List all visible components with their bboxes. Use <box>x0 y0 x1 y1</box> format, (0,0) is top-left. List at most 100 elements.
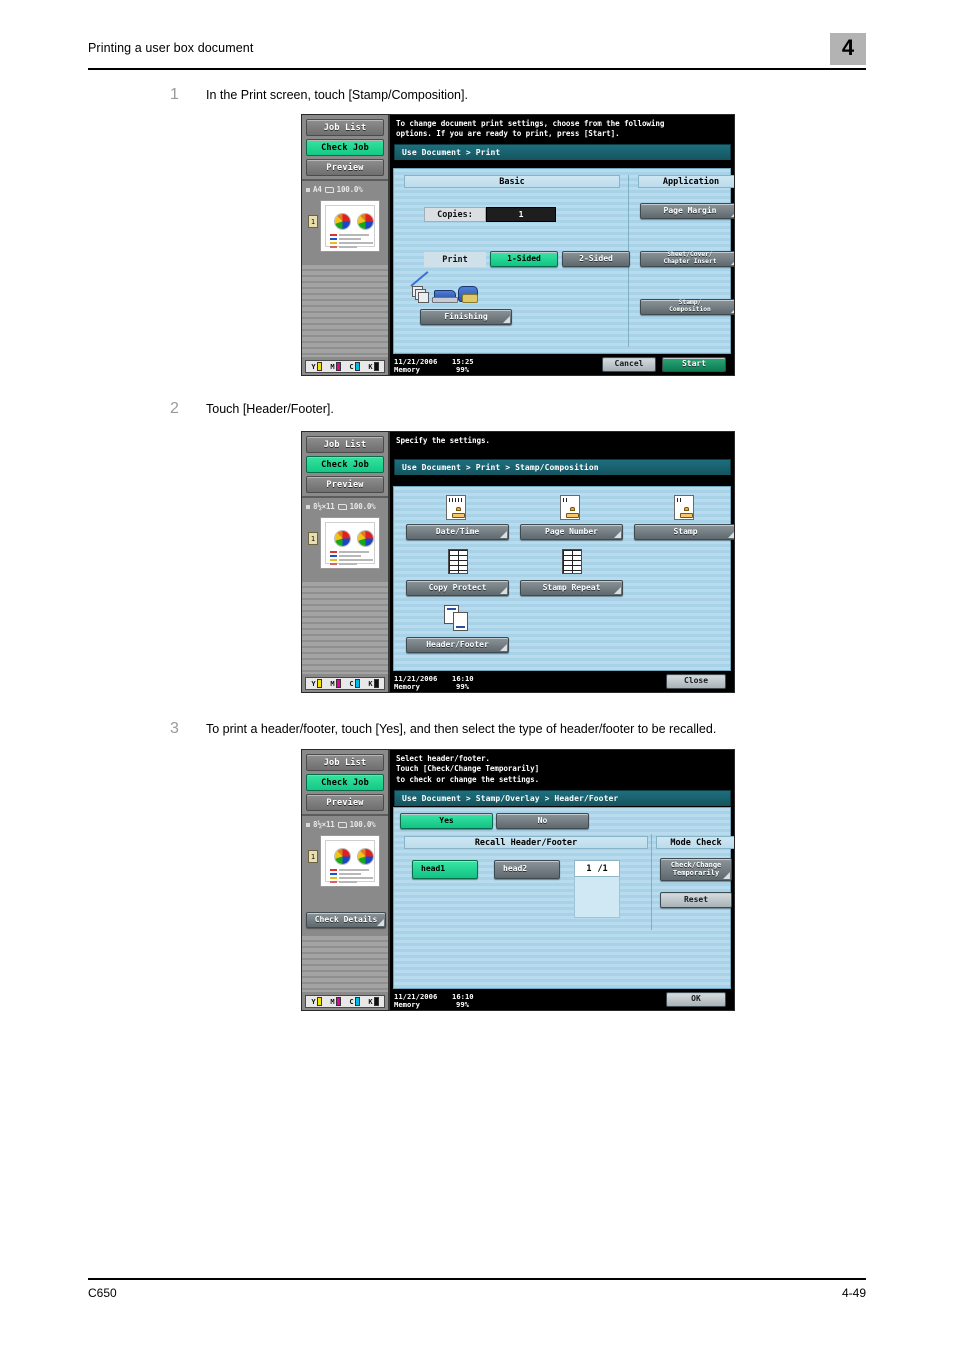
footer-page-number: 4-49 <box>841 1286 866 1300</box>
stamp-repeat-button[interactable]: Stamp Repeat <box>520 580 623 596</box>
copies-value-field[interactable]: 1 <box>486 207 556 222</box>
check-details-button[interactable]: Check Details <box>306 912 386 928</box>
document-thumbnail-wrap[interactable]: 1 <box>307 833 383 891</box>
job-list-button[interactable]: Job List <box>306 119 384 136</box>
toner-label-m: M <box>330 679 335 688</box>
toner-bar-y <box>316 362 322 371</box>
status-memory-label: Memory <box>394 682 420 691</box>
toner-bar-k <box>373 362 379 371</box>
stamp-composition-button[interactable]: Stamp/ Composition <box>640 299 734 315</box>
one-sided-button[interactable]: 1-Sided <box>490 251 558 267</box>
panel2-screen: Specify the settings. Use Document > Pri… <box>390 432 734 692</box>
preview-button[interactable]: Preview <box>306 159 384 176</box>
check-job-button[interactable]: Check Job <box>306 456 384 473</box>
status-memory-value: 99% <box>456 1000 469 1009</box>
rail-divider <box>302 814 388 816</box>
grid-doc-icon <box>562 549 582 574</box>
step-2-text: Touch [Header/Footer]. <box>206 402 334 416</box>
pie-chart-icon <box>358 531 373 546</box>
rail-divider <box>302 496 388 498</box>
toner-bar-y <box>316 679 322 688</box>
toner-label-c: C <box>349 679 354 688</box>
reset-button[interactable]: Reset <box>660 892 732 908</box>
finishing-button[interactable]: Finishing <box>420 309 512 325</box>
date-time-button[interactable]: Date/Time <box>406 524 509 540</box>
print-sided-label: Print <box>424 252 486 267</box>
lcd-screenshot-stamp-composition: Job List Check Job Preview 8½×11 100.0% … <box>301 431 735 693</box>
stamp-doc-icon <box>674 495 694 520</box>
job-list-button[interactable]: Job List <box>306 436 384 453</box>
step-2-number: 2 <box>170 400 179 417</box>
panel3-left-rail: Job List Check Job Preview 8½×11 100.0% … <box>302 750 390 1010</box>
recall-item-head1[interactable]: head1 <box>412 860 478 879</box>
panel2-left-rail: Job List Check Job Preview 8½×11 100.0% … <box>302 432 390 692</box>
panel1-statusbar: 11/21/2006 15:25 Memory 99% Cancel Start <box>390 354 734 375</box>
paper-source-icon <box>306 504 310 509</box>
mode-check-header: Mode Check <box>656 836 734 849</box>
close-button[interactable]: Close <box>666 674 726 689</box>
zoom-ratio-label: 100.0% <box>349 502 376 511</box>
page-number-button[interactable]: Page Number <box>520 524 623 540</box>
two-sided-button[interactable]: 2-Sided <box>562 251 630 267</box>
pie-chart-icon <box>358 214 373 229</box>
lcd-screenshot-header-footer: Job List Check Job Preview 8½×11 100.0% … <box>301 749 735 1011</box>
basic-tab-header: Basic <box>404 175 620 188</box>
recall-item-head2[interactable]: head2 <box>494 860 560 879</box>
panel2-message: Specify the settings. <box>396 436 490 445</box>
panel1-screen: To change document print settings, choos… <box>390 115 734 375</box>
paper-size-label: A4 <box>313 185 322 194</box>
toner-level-indicator: Y M C K <box>305 360 385 373</box>
toner-bar-m <box>335 362 341 371</box>
page-margin-button[interactable]: Page Margin <box>640 203 734 219</box>
check-change-temporarily-button[interactable]: Check/Change Temporarily <box>660 858 732 881</box>
page-current: 1 <box>586 863 592 874</box>
check-job-button[interactable]: Check Job <box>306 139 384 156</box>
status-memory-value: 99% <box>456 365 469 374</box>
page-indicator: 1 /1 <box>574 860 620 877</box>
header-footer-button[interactable]: Header/Footer <box>406 637 509 653</box>
check-job-button[interactable]: Check Job <box>306 774 384 791</box>
document-thumbnail-wrap[interactable]: 1 <box>307 515 383 573</box>
footer-rule <box>88 1278 866 1280</box>
page-badge: 1 <box>308 532 318 545</box>
header-footer-icon <box>444 605 470 631</box>
page-header: Printing a user box document 4 <box>88 33 866 70</box>
step-1-number: 1 <box>170 86 179 103</box>
yes-button[interactable]: Yes <box>400 813 493 829</box>
page-total: /1 <box>597 863 608 874</box>
chapter-tab: 4 <box>830 33 866 65</box>
sheet-cover-chapter-insert-button[interactable]: Sheet/Cover/ Chapter Insert <box>640 251 734 267</box>
no-button[interactable]: No <box>496 813 589 829</box>
document-thumbnail-wrap[interactable]: 1 <box>307 198 383 256</box>
chapter-number: 4 <box>841 35 855 60</box>
job-list-button[interactable]: Job List <box>306 754 384 771</box>
stamp-doc-icon <box>446 495 466 520</box>
preview-button[interactable]: Preview <box>306 476 384 493</box>
panel1-message: To change document print settings, choos… <box>396 119 665 139</box>
column-divider <box>651 834 652 930</box>
pie-chart-icon <box>358 849 373 864</box>
paper-size-label: 8½×11 <box>313 502 335 511</box>
page-badge: 1 <box>308 215 318 228</box>
orientation-landscape-icon <box>337 821 347 828</box>
start-button[interactable]: Start <box>662 357 726 372</box>
copy-protect-button[interactable]: Copy Protect <box>406 580 509 596</box>
footer-model: C650 <box>88 1286 117 1300</box>
toner-label-k: K <box>368 997 373 1006</box>
document-thumbnail <box>320 517 380 569</box>
pie-chart-icon <box>335 214 350 229</box>
panel3-body: Yes No Recall Header/Footer Mode Check h… <box>393 807 734 989</box>
toner-label-k: K <box>368 362 373 371</box>
stamp-button[interactable]: Stamp <box>634 524 734 540</box>
paper-info-row: 8½×11 100.0% <box>302 818 388 831</box>
pie-chart-icon <box>335 849 350 864</box>
document-thumbnail <box>320 835 380 887</box>
preview-button[interactable]: Preview <box>306 794 384 811</box>
ok-button[interactable]: OK <box>666 992 726 1007</box>
page-badge: 1 <box>308 850 318 863</box>
orientation-landscape-icon <box>337 503 347 510</box>
cancel-button[interactable]: Cancel <box>602 357 656 372</box>
toner-label-y: Y <box>311 679 316 688</box>
page-footer: C650 4-49 <box>88 1278 866 1312</box>
step-3-text: To print a header/footer, touch [Yes], a… <box>206 722 717 736</box>
